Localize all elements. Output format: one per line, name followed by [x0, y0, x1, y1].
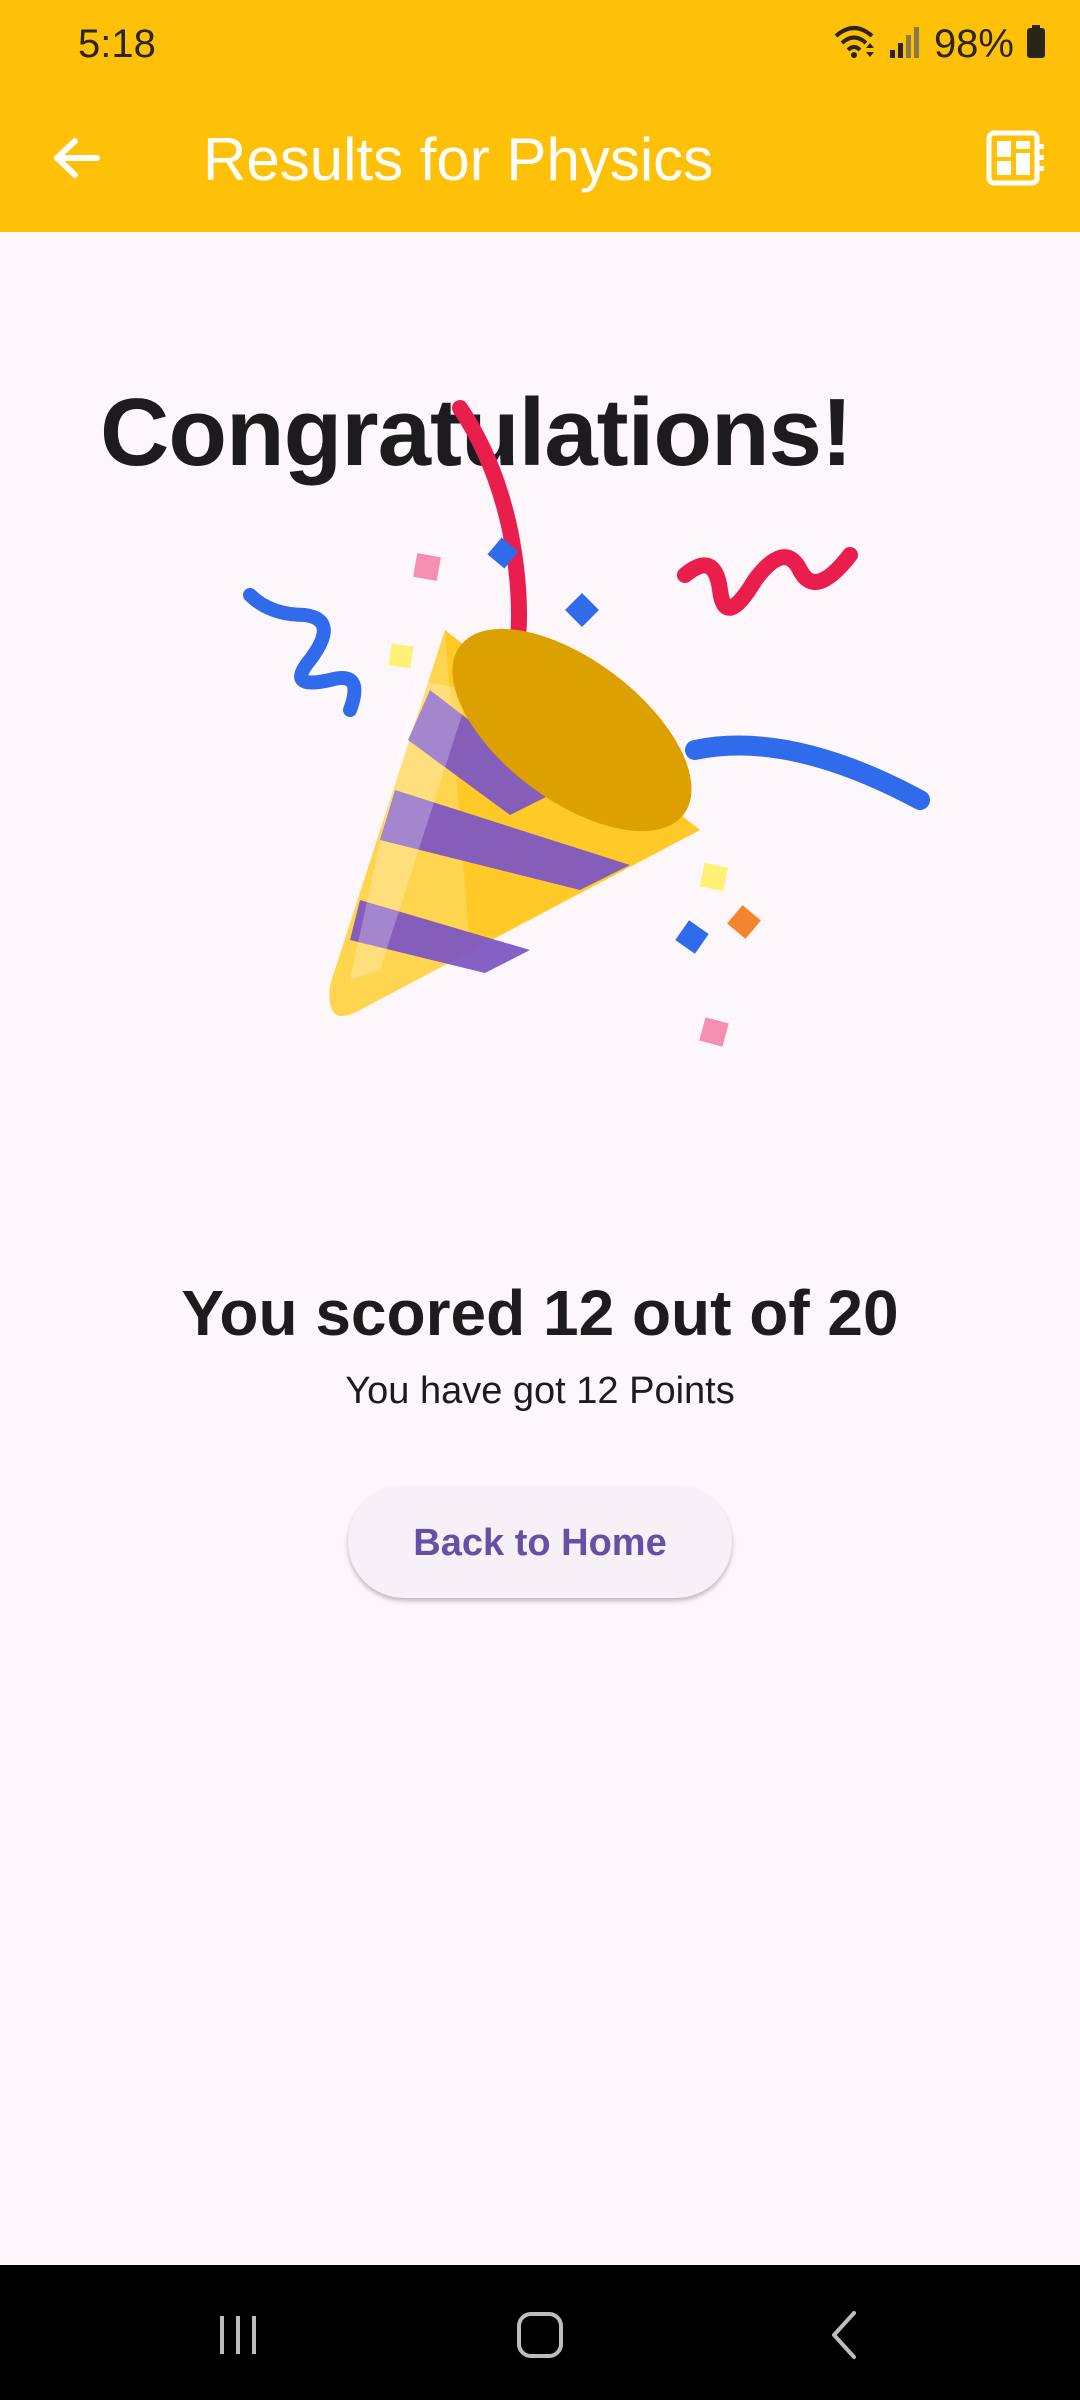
status-time: 5:18	[78, 22, 156, 66]
recent-apps-icon[interactable]	[198, 2295, 278, 2375]
system-nav-bar	[0, 2265, 1080, 2400]
home-icon[interactable]	[500, 2295, 580, 2375]
score-text: You scored 12 out of 20	[181, 1277, 899, 1349]
results-screen: 5:18 98% Results for Physics Congratulat…	[0, 0, 1080, 2400]
app-bar: Results for Physics	[0, 88, 1080, 232]
page-title: Results for Physics	[203, 126, 714, 193]
battery-icon	[1026, 24, 1046, 64]
back-icon[interactable]	[804, 2295, 884, 2375]
back-button[interactable]	[36, 120, 116, 200]
dashboard-button[interactable]	[978, 122, 1054, 198]
status-icons: 98%	[832, 20, 1046, 68]
wifi-icon	[832, 22, 876, 67]
arrow-left-icon	[51, 136, 101, 185]
dashboard-icon	[986, 130, 1046, 191]
status-bar: 5:18 98%	[0, 0, 1080, 88]
back-to-home-button[interactable]: Back to Home	[348, 1486, 732, 1598]
points-text: You have got 12 Points	[345, 1370, 735, 1412]
party-popper-icon	[230, 390, 950, 1070]
battery-percent: 98%	[933, 22, 1014, 66]
signal-icon	[888, 24, 922, 65]
